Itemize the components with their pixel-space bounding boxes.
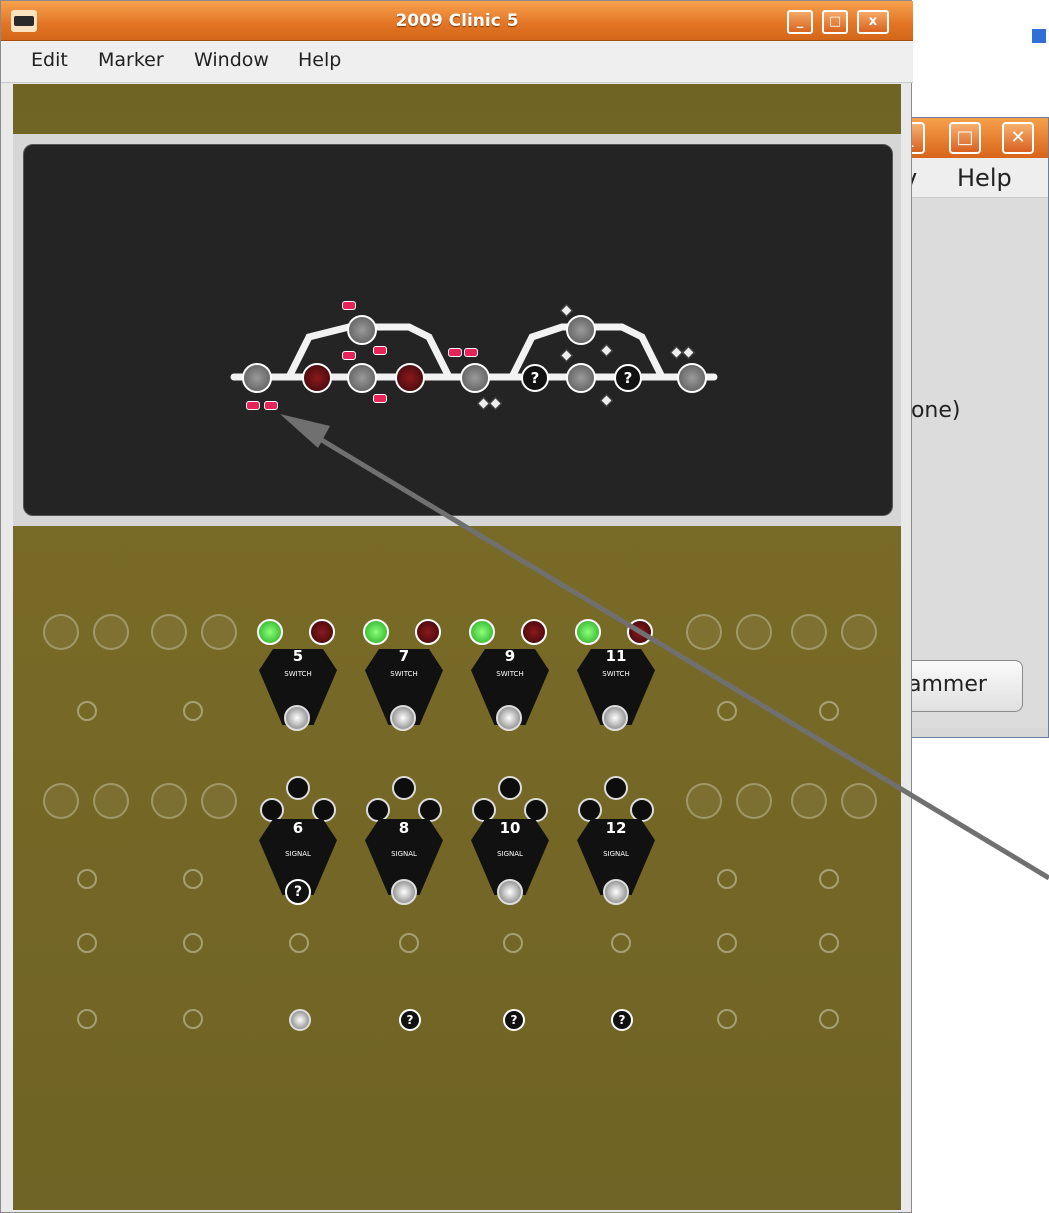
annotation-arrow: [280, 414, 1049, 881]
